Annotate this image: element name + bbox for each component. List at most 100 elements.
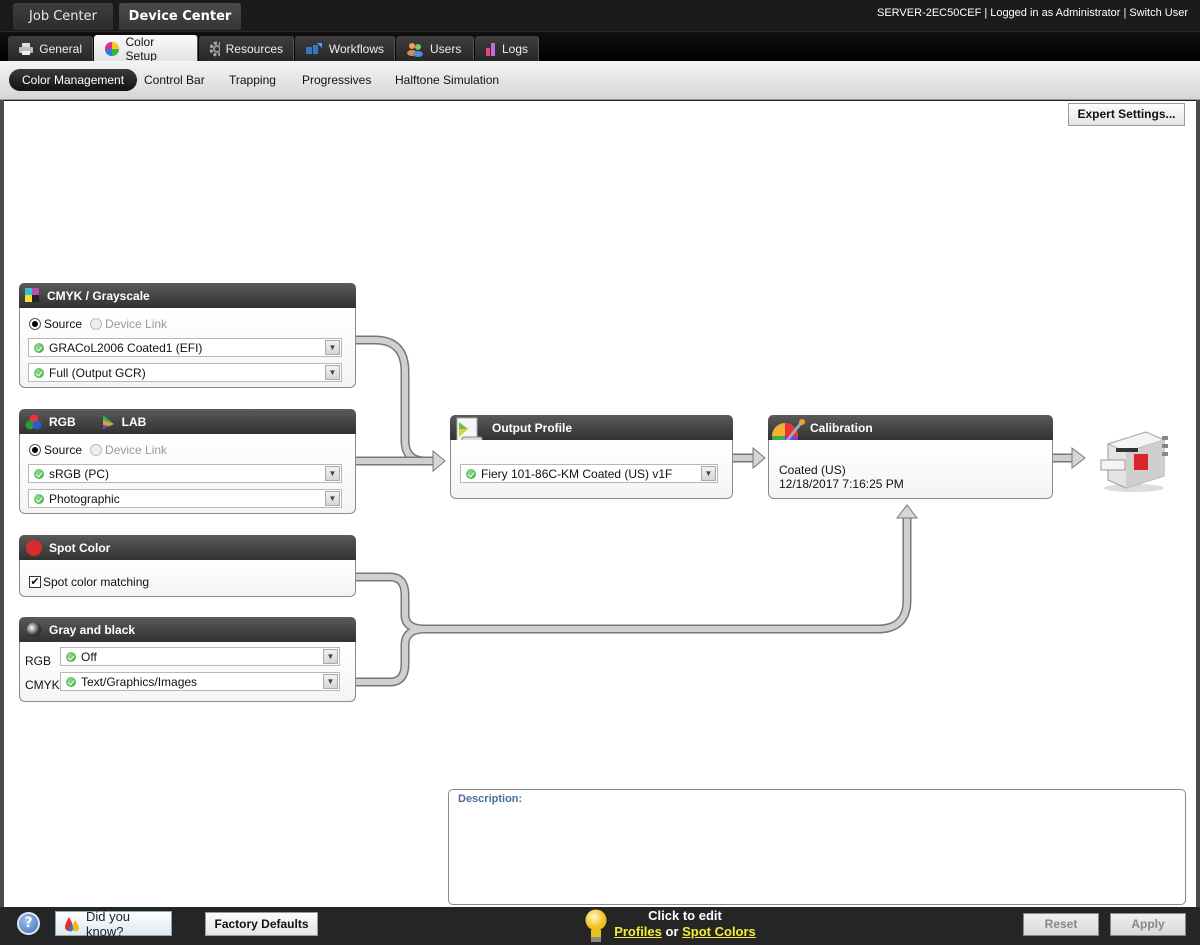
calibration-date: 12/18/2017 7:16:25 PM xyxy=(779,477,904,491)
expert-settings-button[interactable]: Expert Settings... xyxy=(1068,103,1185,126)
click-to-edit-hint: Click to edit Profiles or Spot Colors xyxy=(610,908,760,940)
chevron-down-icon[interactable]: ▼ xyxy=(323,674,338,689)
spot-panel-header: Spot Color xyxy=(19,535,356,561)
tab-job-center[interactable]: Job Center xyxy=(13,3,113,30)
rgb-device-link-radio[interactable] xyxy=(90,444,103,456)
device-tabs: General Color Setup Resources Workflows … xyxy=(0,31,1200,63)
status-ok-icon xyxy=(66,676,76,687)
nav-trapping[interactable]: Trapping xyxy=(216,69,289,91)
gray-panel-title: Gray and black xyxy=(49,623,136,637)
rgb-circles-icon xyxy=(25,414,42,430)
calibration-panel-header: Calibration xyxy=(768,415,1053,441)
chevron-down-icon[interactable]: ▼ xyxy=(701,466,716,481)
rgb-panel-title: RGB xyxy=(49,415,76,429)
output-profile-panel: Output Profile Fiery 101-86C-KM Coated (… xyxy=(450,415,733,499)
tab-users-label: Users xyxy=(430,42,462,56)
tab-users[interactable]: Users xyxy=(396,36,474,62)
gear-icon xyxy=(209,41,220,57)
chevron-down-icon[interactable]: ▼ xyxy=(323,649,338,664)
did-you-know-label: Did you know? xyxy=(85,908,131,939)
bar-chart-icon xyxy=(486,43,495,56)
cmyk-rendering-select[interactable]: Full (Output GCR) ▼ xyxy=(28,363,342,382)
switch-user-link[interactable]: Switch User xyxy=(1129,7,1188,19)
status-ok-icon xyxy=(466,468,476,479)
tab-color-setup[interactable]: Color Setup xyxy=(94,35,198,63)
status-ok-icon xyxy=(34,468,44,479)
description-label: Description: xyxy=(458,793,523,805)
cmyk-source-radio[interactable] xyxy=(29,318,41,330)
tab-logs[interactable]: Logs xyxy=(475,36,539,62)
scrollbar[interactable] xyxy=(1196,100,1200,907)
chevron-down-icon[interactable]: ▼ xyxy=(325,340,340,355)
cmyk-panel-title: CMYK / Grayscale xyxy=(47,289,150,303)
reset-button[interactable]: Reset xyxy=(1023,913,1099,936)
chevron-down-icon[interactable]: ▼ xyxy=(325,491,340,506)
tab-device-center[interactable]: Device Center xyxy=(119,3,241,30)
spot-color-matching-label: Spot color matching xyxy=(43,575,150,589)
spot-colors-link[interactable]: Spot Colors xyxy=(682,924,756,939)
output-profile-value: Fiery 101-86C-KM Coated (US) v1F xyxy=(481,466,673,481)
rgb-source-label: Source xyxy=(44,443,83,457)
tab-workflows[interactable]: Workflows xyxy=(295,36,395,62)
spot-color-icon xyxy=(26,540,42,556)
lab-gamut-icon xyxy=(102,415,114,429)
nav-color-management[interactable]: Color Management xyxy=(9,69,138,91)
gray-cmyk-label: CMYK xyxy=(25,678,60,692)
calibration-panel[interactable]: Calibration Coated (US) 12/18/2017 7:16:… xyxy=(768,415,1053,499)
rgb-source-radio[interactable] xyxy=(29,444,41,456)
color-wheel-icon xyxy=(105,41,119,56)
fiery-command-workstation: Job Center Device Center SERVER-2EC50CEF… xyxy=(0,0,1200,945)
rgb-source-profile-value: sRGB (PC) xyxy=(49,466,109,481)
gray-rgb-label: RGB xyxy=(25,654,52,668)
chevron-down-icon[interactable]: ▼ xyxy=(325,466,340,481)
cmyk-source-profile-select[interactable]: GRACoL2006 Coated1 (EFI) ▼ xyxy=(28,338,342,357)
tab-resources-label: Resources xyxy=(225,42,283,56)
cmyk-grayscale-panel: CMYK / Grayscale Source Device Link GRAC… xyxy=(19,283,356,388)
tab-resources[interactable]: Resources xyxy=(199,36,294,62)
apply-button[interactable]: Apply xyxy=(1110,913,1186,936)
drops-icon xyxy=(65,916,79,931)
nav-control-bar[interactable]: Control Bar xyxy=(131,69,218,91)
cmyk-rendering-value: Full (Output GCR) xyxy=(49,365,146,380)
spot-color-matching-option[interactable]: ✔ Spot color matching xyxy=(29,575,149,589)
login-status: Logged in as Administrator xyxy=(990,7,1121,19)
status-ok-icon xyxy=(34,367,44,378)
printer-device-icon xyxy=(1100,431,1168,492)
gray-rgb-select[interactable]: Off ▼ xyxy=(60,647,340,666)
gray-black-panel: Gray and black RGB Off ▼ CMYK Text/Graph… xyxy=(19,617,356,702)
cmyk-source-profile-value: GRACoL2006 Coated1 (EFI) xyxy=(49,340,203,355)
tab-general[interactable]: General xyxy=(8,36,93,62)
rgb-device-link-label: Device Link xyxy=(105,443,168,457)
factory-defaults-button[interactable]: Factory Defaults xyxy=(205,912,318,936)
cmyk-device-link-radio[interactable] xyxy=(90,318,103,330)
color-setup-nav: Color Management Control Bar Trapping Pr… xyxy=(0,61,1200,100)
gray-panel-header: Gray and black xyxy=(19,617,356,643)
spot-color-panel: Spot Color ✔ Spot color matching xyxy=(19,535,356,597)
chevron-down-icon[interactable]: ▼ xyxy=(325,365,340,380)
help-button[interactable]: ? xyxy=(17,912,40,935)
session-info: SERVER-2EC50CEF | Logged in as Administrat… xyxy=(877,7,1188,19)
status-ok-icon xyxy=(66,651,76,662)
output-profile-select[interactable]: Fiery 101-86C-KM Coated (US) v1F ▼ xyxy=(460,464,718,483)
spot-panel-title: Spot Color xyxy=(49,541,111,555)
spot-color-matching-checkbox[interactable]: ✔ xyxy=(29,576,41,588)
status-ok-icon xyxy=(34,342,44,353)
top-bar: Job Center Device Center SERVER-2EC50CEF… xyxy=(0,0,1200,31)
workflow-icon xyxy=(306,43,322,54)
did-you-know-button[interactable]: Did you know? xyxy=(55,908,172,939)
rgb-source-profile-select[interactable]: sRGB (PC) ▼ xyxy=(28,464,342,483)
status-ok-icon xyxy=(34,493,44,504)
users-icon xyxy=(407,43,423,57)
tab-workflows-label: Workflows xyxy=(328,42,384,56)
calibration-panel-title: Calibration xyxy=(810,421,873,435)
tab-general-label: General xyxy=(39,42,82,56)
profiles-link[interactable]: Profiles xyxy=(614,924,662,939)
nav-progressives[interactable]: Progressives xyxy=(289,69,384,91)
rgb-lab-panel: RGB LAB Source Device Link sRGB (PC) ▼ P… xyxy=(19,409,356,514)
gray-cmyk-select[interactable]: Text/Graphics/Images ▼ xyxy=(60,672,340,691)
output-panel-title: Output Profile xyxy=(492,421,572,435)
printer-icon xyxy=(19,43,33,55)
output-panel-header: Output Profile xyxy=(450,415,733,441)
nav-halftone-simulation[interactable]: Halftone Simulation xyxy=(382,69,512,91)
rgb-rendering-select[interactable]: Photographic ▼ xyxy=(28,489,342,508)
